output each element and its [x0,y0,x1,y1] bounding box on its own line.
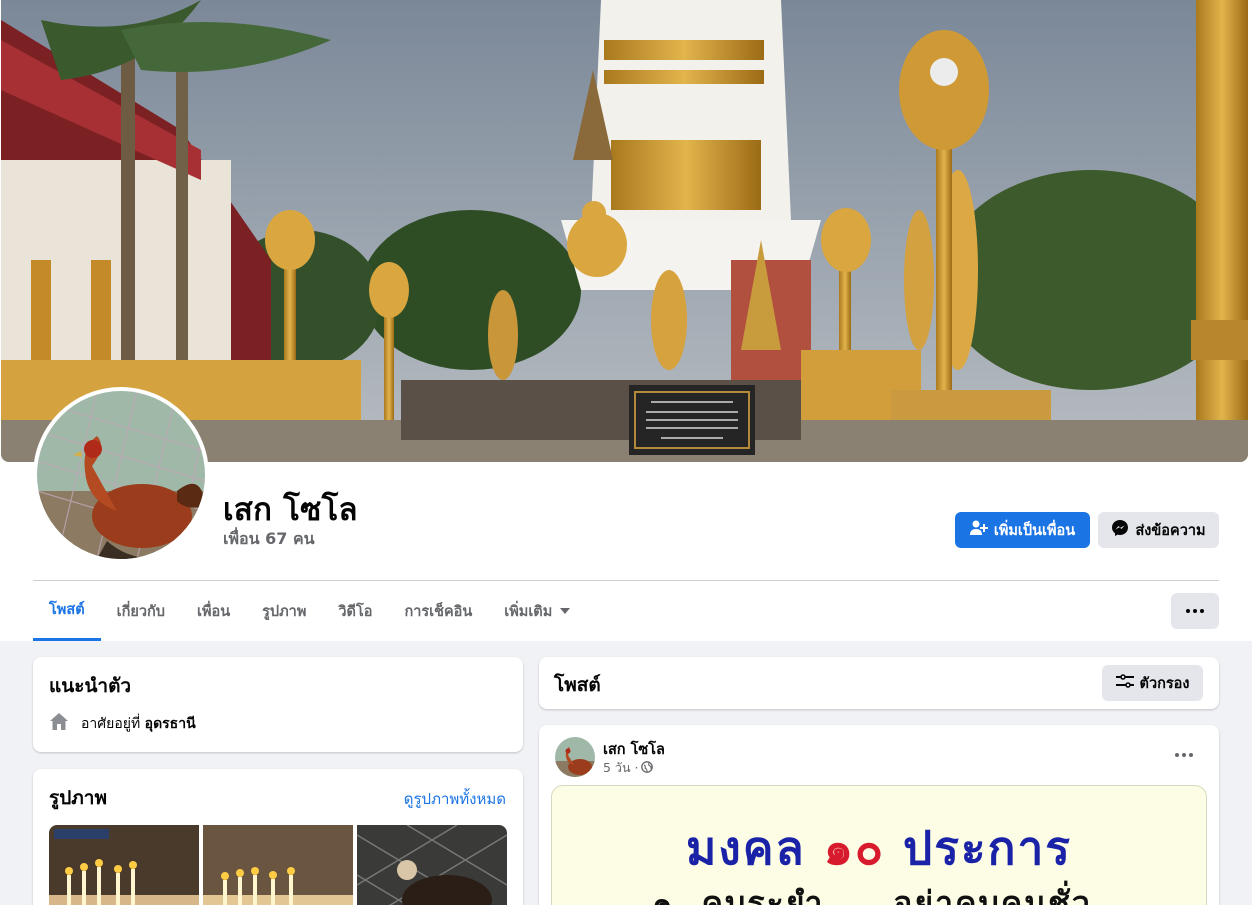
tab-friends-label: เพื่อน [196,603,231,620]
post-image-line: ๑. คบระยำ ... อย่าคบคนชั่ว [652,884,1092,905]
posts-header-card: โพสต์ ตัวกรอง [539,657,1219,709]
tab-checkins-label: การเช็คอิน [404,603,473,620]
post-options-button[interactable] [1164,737,1204,773]
photos-title: รูปภาพ [49,787,107,809]
photo-thumbnail[interactable] [49,825,199,905]
intro-title: แนะนำตัว [49,675,132,697]
more-dot-icon [1193,609,1197,613]
cover-photo[interactable] [1,0,1248,462]
profile-tabs: โพสต์ เกี่ยวกับ เพื่อน รูปภาพ วิดีโอ การ… [33,581,586,641]
chevron-down-icon [560,608,571,614]
tab-photos[interactable]: รูปภาพ [246,581,322,641]
tab-videos[interactable]: วิดีโอ [322,581,388,641]
intro-card: แนะนำตัว อาศัยอยู่ที่ อุดรธานี [33,657,523,752]
tab-videos-label: วิดีโอ [338,603,373,620]
profile-more-button[interactable] [1171,593,1219,629]
tab-posts[interactable]: โพสต์ [33,581,101,641]
profile-header: เสก โซโล เพื่อน 67 คน เพิ่มเป็นเพื่อน ส่… [0,0,1252,641]
lives-in-prefix: อาศัยอยู่ที่ [81,715,141,732]
post-headline-part-1: มงคล [685,821,806,875]
see-all-photos-link[interactable]: ดูรูปภาพทั้งหมด [404,787,506,811]
home-icon [49,712,69,735]
post-card: เสก โซโล 5 วัน · มงคล ๑๐ ประการ ๑. คบระย… [539,725,1219,905]
post-time[interactable]: 5 วัน · [603,758,638,778]
post-author-avatar[interactable] [555,737,595,777]
send-message-label: ส่งข้อความ [1135,522,1206,539]
filter-button[interactable]: ตัวกรอง [1102,665,1203,701]
messenger-icon [1111,519,1129,541]
tab-about[interactable]: เกี่ยวกับ [101,581,181,641]
tab-more-label: เพิ่มเติม [504,603,553,620]
rooster-photo [37,391,205,559]
tab-more[interactable]: เพิ่มเติม [488,581,586,641]
send-message-button[interactable]: ส่งข้อความ [1098,512,1219,548]
lives-in-city[interactable]: อุดรธานี [145,716,196,732]
more-dot-icon [1189,753,1193,757]
tab-posts-label: โพสต์ [49,602,85,618]
more-dot-icon [1186,609,1190,613]
more-dot-icon [1175,753,1179,757]
post-headline-number: ๑๐ [823,821,885,875]
friend-count[interactable]: เพื่อน 67 คน [223,527,315,552]
globe-icon [641,760,654,776]
tab-checkins[interactable]: การเช็คอิน [388,581,488,641]
profile-avatar[interactable] [33,387,209,563]
photo-thumbnail[interactable] [203,825,353,905]
add-friend-icon [969,520,988,540]
lives-in-text: อาศัยอยู่ที่ อุดรธานี [81,713,196,735]
post-image[interactable]: มงคล ๑๐ ประการ ๑. คบระยำ ... อย่าคบคนชั่… [551,785,1207,905]
photos-card: รูปภาพ ดูรูปภาพทั้งหมด [33,769,523,905]
photo-thumbnail[interactable] [357,825,507,905]
add-friend-button[interactable]: เพิ่มเป็นเพื่อน [955,512,1090,548]
more-dot-icon [1200,609,1204,613]
more-dot-icon [1182,753,1186,757]
post-meta: 5 วัน · [603,758,654,778]
tab-friends[interactable]: เพื่อน [181,581,246,641]
tab-about-label: เกี่ยวกับ [116,603,165,620]
post-headline-part-2: ประการ [903,821,1073,875]
add-friend-label: เพิ่มเป็นเพื่อน [993,522,1076,539]
tab-photos-label: รูปภาพ [262,603,307,620]
filter-label: ตัวกรอง [1139,675,1190,692]
posts-title: โพสต์ [554,674,601,696]
filter-icon [1115,674,1134,692]
photo-grid [49,825,507,905]
post-image-headline: มงคล ๑๐ ประการ [552,812,1206,885]
lives-in-row: อาศัยอยู่ที่ อุดรธานี [49,712,196,735]
